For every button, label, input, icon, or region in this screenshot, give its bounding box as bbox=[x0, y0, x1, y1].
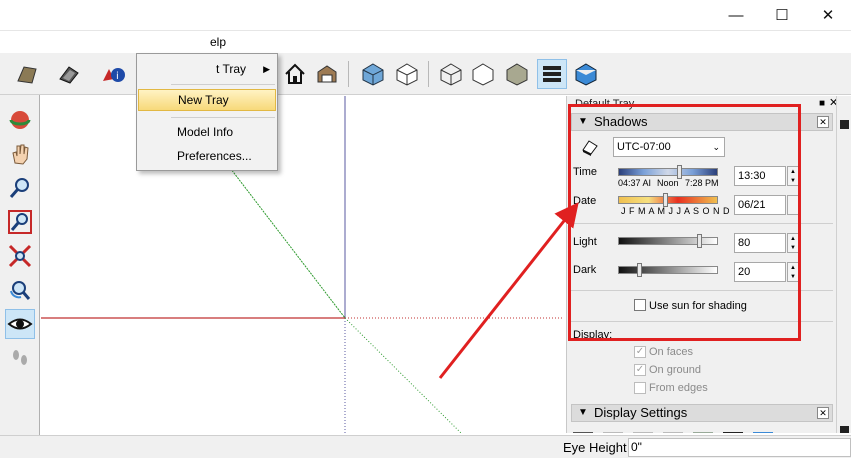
menu-item-new-tray[interactable]: New Tray bbox=[138, 89, 276, 111]
status-bar: Eye Height 0" bbox=[0, 435, 851, 458]
close-button[interactable]: ✕ bbox=[805, 0, 851, 31]
paint-bucket-icon[interactable] bbox=[12, 59, 42, 89]
from-edges-label: From edges bbox=[649, 382, 708, 394]
measurements-input[interactable]: 0" bbox=[628, 438, 851, 457]
shadows-close-icon[interactable]: ✕ bbox=[817, 116, 829, 128]
display-settings-close-icon[interactable]: ✕ bbox=[817, 407, 829, 419]
window-menu-dropdown: t Tray ▶ New Tray Model Info Preferences… bbox=[136, 53, 278, 171]
measurements-label: Eye Height bbox=[563, 440, 627, 455]
main-toolbar: i bbox=[0, 53, 851, 95]
left-toolbar bbox=[0, 95, 40, 435]
svg-text:i: i bbox=[116, 71, 119, 82]
look-around-icon[interactable] bbox=[5, 309, 35, 339]
model-viewport[interactable] bbox=[41, 96, 564, 433]
tray-scrollbar[interactable] bbox=[836, 96, 851, 433]
right-view-icon[interactable] bbox=[468, 59, 498, 89]
zoom-extents-icon[interactable] bbox=[5, 241, 35, 271]
components-icon[interactable] bbox=[54, 59, 84, 89]
style-thumbnails-strip[interactable] bbox=[573, 426, 783, 433]
xray-style-icon[interactable] bbox=[537, 59, 567, 89]
on-ground-label: On ground bbox=[649, 364, 701, 376]
zoom-window-icon[interactable] bbox=[5, 207, 35, 237]
menu-item-preferences[interactable]: Preferences... bbox=[138, 145, 276, 167]
front-view-icon[interactable] bbox=[436, 59, 466, 89]
title-bar: — ☐ ✕ bbox=[0, 0, 851, 31]
highlight-box bbox=[568, 104, 801, 341]
orbit-icon[interactable] bbox=[5, 105, 35, 135]
green-axis bbox=[220, 155, 346, 319]
green-axis-negative bbox=[344, 317, 462, 433]
collapse-triangle-icon: ▼ bbox=[578, 407, 588, 418]
menu-help[interactable]: elp bbox=[210, 35, 226, 49]
on-faces-label: On faces bbox=[649, 346, 694, 358]
tray-collapse-icon-bottom[interactable] bbox=[840, 426, 849, 433]
maximize-button[interactable]: ☐ bbox=[759, 0, 805, 31]
walk-icon[interactable] bbox=[5, 343, 35, 373]
texture-style-icon[interactable] bbox=[571, 59, 601, 89]
minimize-button[interactable]: — bbox=[713, 0, 759, 31]
display-settings-section-header[interactable]: ▼ Display Settings ✕ bbox=[571, 404, 833, 422]
tray-collapse-icon[interactable] bbox=[840, 120, 849, 129]
back-view-icon[interactable] bbox=[502, 59, 532, 89]
warehouse-icon[interactable] bbox=[312, 59, 342, 89]
zoom-icon[interactable] bbox=[5, 173, 35, 203]
menu-bar: elp bbox=[0, 31, 851, 53]
submenu-arrow-icon: ▶ bbox=[263, 64, 270, 74]
previous-view-icon[interactable] bbox=[5, 275, 35, 305]
on-faces-checkbox[interactable]: ✓ bbox=[634, 346, 646, 358]
from-edges-checkbox[interactable] bbox=[634, 382, 646, 394]
axes bbox=[41, 96, 564, 433]
menu-item-manage-tray[interactable]: t Tray ▶ bbox=[138, 58, 276, 80]
display-settings-header-label: Display Settings bbox=[594, 405, 688, 420]
pin-icon[interactable]: ■ bbox=[819, 98, 825, 109]
pan-icon[interactable] bbox=[5, 139, 35, 169]
iso-view-icon[interactable] bbox=[358, 59, 388, 89]
on-ground-checkbox[interactable]: ✓ bbox=[634, 364, 646, 376]
model-info-icon[interactable]: i bbox=[98, 59, 128, 89]
home-view-icon[interactable] bbox=[280, 59, 310, 89]
top-view-icon[interactable] bbox=[392, 59, 422, 89]
menu-item-model-info[interactable]: Model Info bbox=[138, 121, 276, 143]
